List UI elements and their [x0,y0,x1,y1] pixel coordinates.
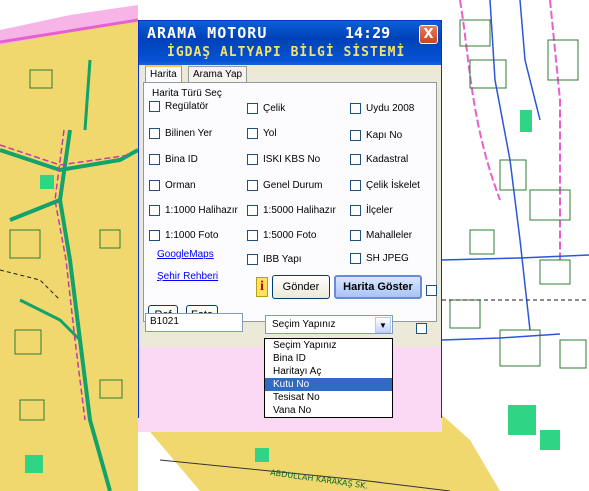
checkbox-celik[interactable]: Çelik [247,101,285,115]
checkbox-label: Bilinen Yer [165,127,213,139]
checkbox-box[interactable] [247,102,258,114]
checkbox-box[interactable] [149,100,160,112]
checkbox-box[interactable] [149,204,160,216]
info-icon[interactable]: i [256,277,268,297]
checkbox-label: Yol [263,127,277,139]
checkbox-box[interactable] [247,127,258,139]
checkbox-1000-halihazir[interactable]: 1:1000 Halihazır [149,203,238,217]
checkbox-box[interactable] [149,127,160,139]
checkbox-celik-iskelet[interactable]: Çelik İskelet [350,178,420,192]
checkbox-label: 1:1000 Foto [165,229,219,241]
checkbox-box[interactable] [149,229,160,241]
checkbox-label: IBB Yapı [263,253,302,265]
checkbox-box[interactable] [247,229,258,241]
tab-harita[interactable]: Harita [145,65,182,83]
checkbox-label: 1:1000 Halihazır [165,204,238,216]
dropdown-options-list[interactable]: Seçim Yapınız Bina ID Haritayı Aç Kutu N… [264,338,393,418]
gonder-button[interactable]: Gönder [272,275,330,299]
checkbox-sh-jpeg[interactable]: SH JPEG [350,251,409,265]
checkbox-box[interactable] [149,179,160,191]
checkbox-label: Çelik İskelet [366,179,420,191]
harita-turu-groupbox: Harita Türü Seç Regülatör Çelik Uydu 200… [147,88,433,301]
checkbox-label: Kapı No [366,129,403,141]
dropdown-option[interactable]: Seçim Yapınız [265,339,392,352]
dropdown-option[interactable]: Tesisat No [265,391,392,404]
checkbox-box[interactable] [247,153,258,165]
checkbox-box[interactable] [247,253,258,265]
checkbox-label: ISKI KBS No [263,153,321,165]
checkbox-mahalleler[interactable]: Mahalleler [350,228,412,242]
dropdown-option[interactable]: Bina ID [265,352,392,365]
checkbox-box[interactable] [247,179,258,191]
checkbox-bina-id[interactable]: Bina ID [149,152,198,166]
checkbox-box[interactable] [350,129,361,141]
checkbox-label: 1:5000 Halihazır [263,204,336,216]
window-subtitle: İGDAŞ ALTYAPI BİLGİ SİSTEMİ [167,45,406,60]
harita-tab-panel: Harita Türü Seç Regülatör Çelik Uydu 200… [143,82,437,325]
dropdown-option-highlighted[interactable]: Kutu No [265,378,392,391]
secim-dropdown[interactable]: Seçim Yapınız ▼ [265,315,393,334]
checkbox-label: İlçeler [366,204,393,216]
checkbox-label: Regülatör [165,100,209,112]
checkbox-regulator[interactable]: Regülatör [149,99,208,113]
checkbox-genel-durum[interactable]: Genel Durum [247,178,322,192]
googlemaps-link[interactable]: GoogleMaps [157,249,214,260]
checkbox-ibb-yapi[interactable]: IBB Yapı [247,252,302,266]
sehir-rehberi-link[interactable]: Şehir Rehberi [157,271,218,282]
checkbox-orman[interactable]: Orman [149,178,196,192]
checkbox-label: Bina ID [165,153,198,165]
checkbox-label: 1:5000 Foto [263,229,317,241]
checkbox-iski-kbs-no[interactable]: ISKI KBS No [247,152,320,166]
checkbox-box[interactable] [350,102,361,114]
checkbox-label: Mahalleler [366,229,413,241]
checkbox-box[interactable] [350,179,361,191]
search-input[interactable]: B1021 [145,313,243,332]
bottom-checkbox[interactable] [416,323,427,334]
checkbox-5000-foto[interactable]: 1:5000 Foto [247,228,316,242]
dropdown-option[interactable]: Haritayı Aç [265,365,392,378]
checkbox-label: Orman [165,179,196,191]
checkbox-box[interactable] [350,252,361,264]
checkbox-label: SH JPEG [366,252,409,264]
checkbox-kapi-no[interactable]: Kapı No [350,128,402,142]
window-title: ARAMA MOTORU [147,24,268,42]
checkbox-box[interactable] [350,153,361,165]
checkbox-box[interactable] [350,229,361,241]
checkbox-label: Genel Durum [263,179,323,191]
dropdown-selected-value: Seçim Yapınız [272,319,336,330]
checkbox-bilinen-yer[interactable]: Bilinen Yer [149,126,212,140]
checkbox-box[interactable] [350,204,361,216]
tab-arama-yap[interactable]: Arama Yap [188,66,248,83]
checkbox-box[interactable] [247,204,258,216]
clock-time: 14:29 [345,24,391,42]
chevron-down-icon[interactable]: ▼ [375,317,391,333]
checkbox-yol[interactable]: Yol [247,126,277,140]
checkbox-ilceler[interactable]: İlçeler [350,203,393,217]
checkbox-1000-foto[interactable]: 1:1000 Foto [149,228,218,242]
extra-checkbox[interactable] [426,285,437,296]
checkbox-kadastral[interactable]: Kadastral [350,152,408,166]
checkbox-label: Çelik [263,102,286,114]
checkbox-uydu-2008[interactable]: Uydu 2008 [350,101,414,115]
group-label: Harita Türü Seç [151,88,223,99]
checkbox-5000-halihazir[interactable]: 1:5000 Halihazır [247,203,336,217]
close-button[interactable]: X [419,25,438,44]
dropdown-option[interactable]: Vana No [265,404,392,417]
harita-goster-button[interactable]: Harita Göster [334,275,422,299]
checkbox-label: Kadastral [366,153,409,165]
checkbox-label: Uydu 2008 [366,102,415,114]
checkbox-box[interactable] [149,153,160,165]
title-bar[interactable]: ARAMA MOTORU 14:29 X İGDAŞ ALTYAPI BİLGİ… [139,21,441,65]
